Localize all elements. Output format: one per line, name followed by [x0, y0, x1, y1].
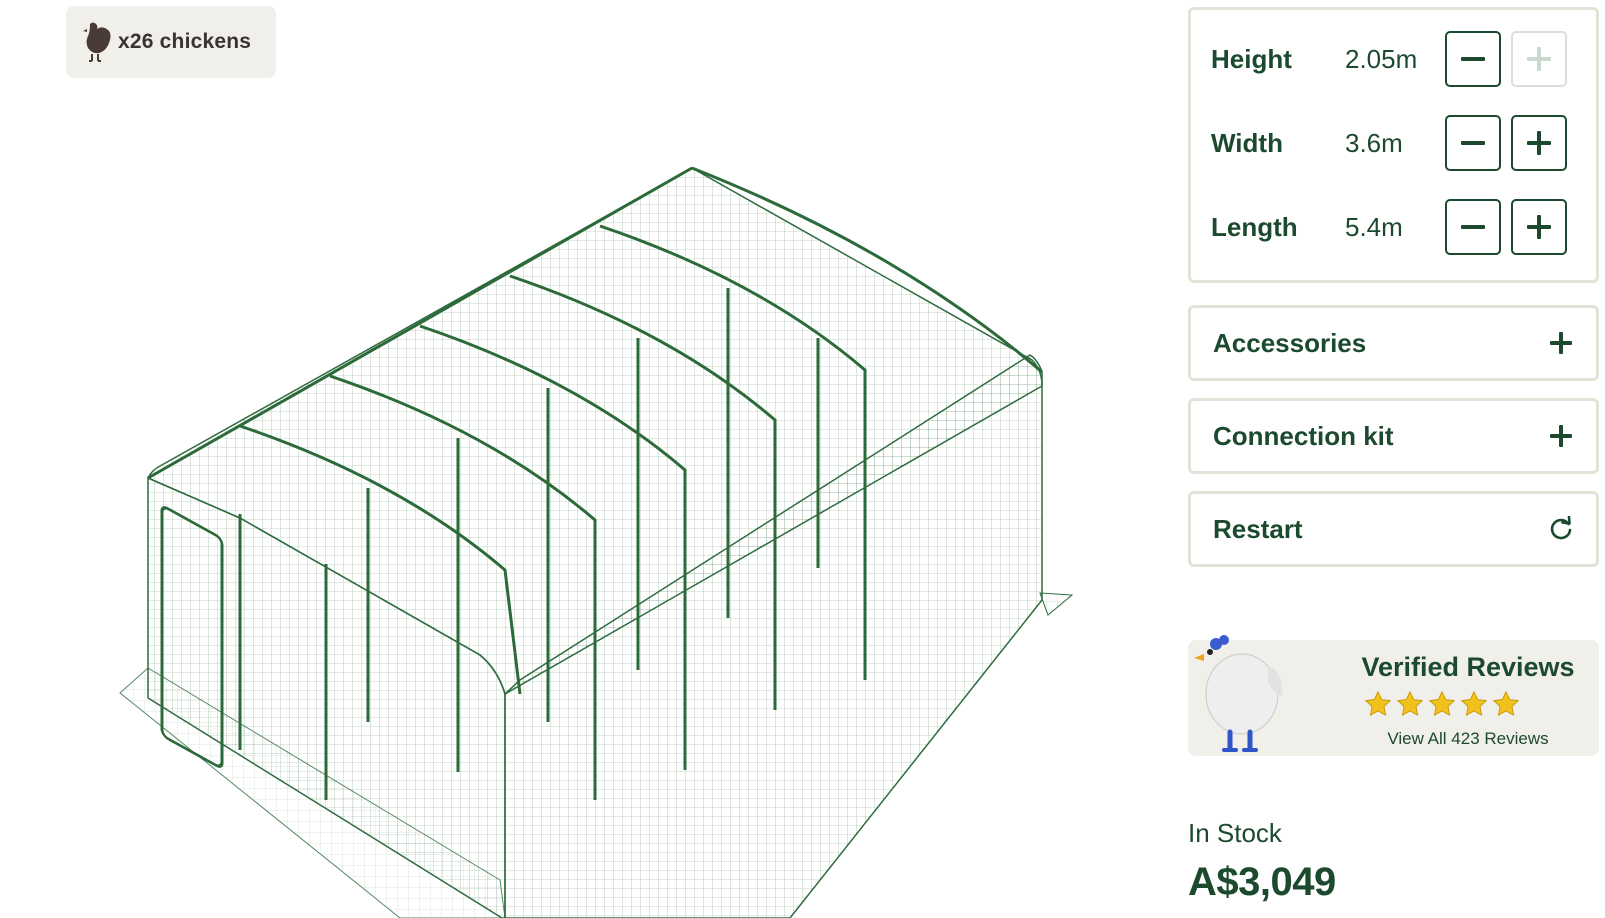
height-value: 2.05m	[1345, 43, 1418, 74]
minus-icon	[1461, 141, 1485, 145]
width-value: 3.6m	[1345, 127, 1403, 158]
rating-stars	[1364, 690, 1520, 718]
reviews-title: Verified Reviews	[1361, 652, 1575, 682]
star-icon	[1428, 690, 1456, 716]
width-label: Width	[1211, 127, 1283, 158]
length-label: Length	[1211, 211, 1298, 242]
width-decrease-button[interactable]	[1445, 115, 1501, 171]
minus-icon	[1461, 225, 1485, 229]
width-increase-button[interactable]	[1511, 115, 1567, 171]
restart-label: Restart	[1213, 513, 1303, 544]
refresh-icon	[1550, 516, 1572, 540]
chicken-run-3d-preview[interactable]	[100, 150, 1120, 918]
star-icon	[1492, 690, 1520, 716]
chicken-icon	[83, 22, 111, 62]
plus-icon	[1550, 425, 1572, 447]
height-label: Height	[1211, 43, 1292, 74]
view-all-reviews-link[interactable]: View All 423 Reviews	[1338, 729, 1598, 749]
verified-reviews-card[interactable]: Verified Reviews View All 423 Reviews	[1188, 635, 1599, 756]
connection-kit-accordion[interactable]: Connection kit	[1188, 398, 1599, 474]
chicken-count-badge: x26 chickens	[66, 6, 276, 78]
height-increase-button[interactable]	[1511, 31, 1567, 87]
price: A$3,049	[1188, 860, 1336, 904]
minus-icon	[1461, 57, 1485, 61]
plus-icon	[1527, 131, 1551, 155]
chicken-mascot-icon	[1194, 635, 1283, 752]
height-decrease-button[interactable]	[1445, 31, 1501, 87]
plus-icon	[1550, 332, 1572, 354]
plus-icon	[1527, 47, 1551, 71]
stock-status: In Stock	[1188, 818, 1282, 848]
star-icon	[1460, 690, 1488, 716]
length-increase-button[interactable]	[1511, 199, 1567, 255]
chicken-count-label: x26 chickens	[118, 30, 252, 53]
star-icon	[1396, 690, 1424, 716]
accessories-label: Accessories	[1213, 327, 1367, 358]
star-icon	[1364, 690, 1392, 716]
plus-icon	[1527, 215, 1551, 239]
accessories-accordion[interactable]: Accessories	[1188, 305, 1599, 381]
length-value: 5.4m	[1345, 211, 1403, 242]
length-decrease-button[interactable]	[1445, 199, 1501, 255]
connection-kit-label: Connection kit	[1213, 420, 1394, 451]
dimensions-panel: Height 2.05m Width 3.6m Length 5.4m	[1188, 7, 1599, 283]
restart-button[interactable]: Restart	[1188, 491, 1599, 567]
